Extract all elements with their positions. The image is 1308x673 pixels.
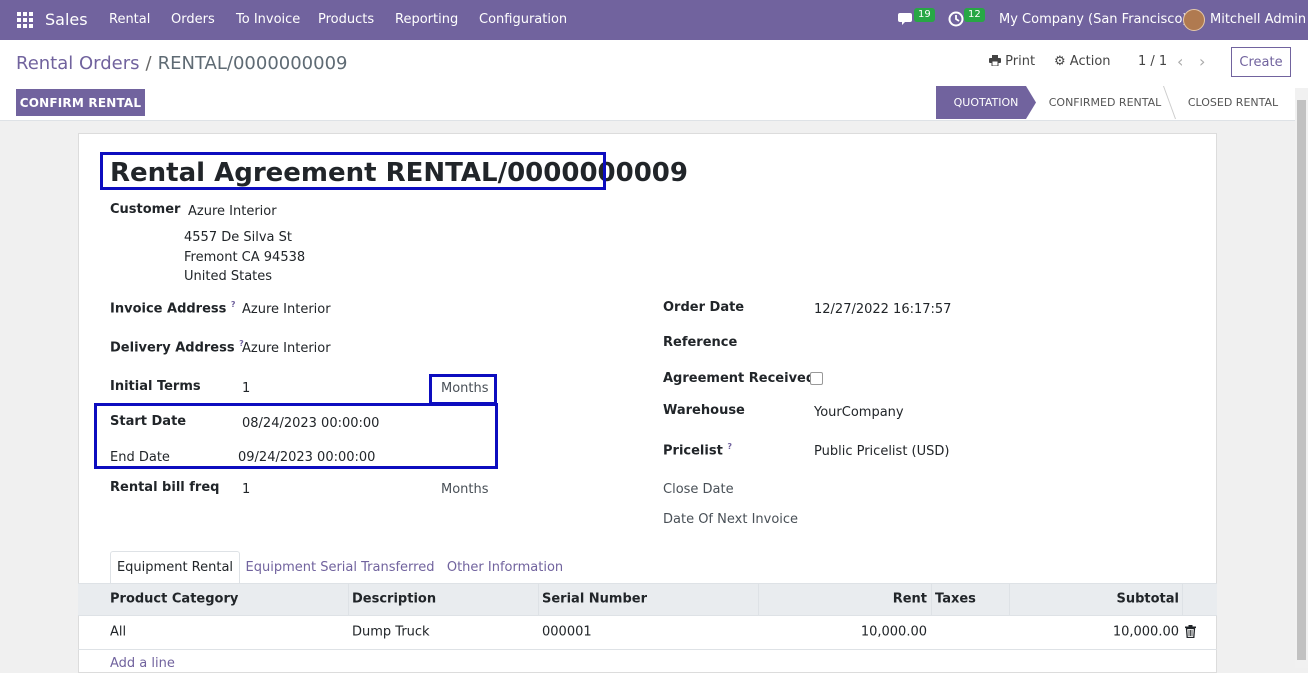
column-divider (1009, 584, 1010, 616)
user-avatar[interactable] (1183, 9, 1205, 31)
close-date-label: Close Date (663, 482, 734, 497)
company-switcher[interactable]: My Company (San Francisco) (999, 12, 1187, 27)
dates-highlight-box (94, 403, 498, 469)
column-subtotal[interactable]: Subtotal (1100, 592, 1179, 607)
create-button[interactable]: Create (1231, 47, 1291, 77)
add-line-link[interactable]: Add a line (110, 656, 175, 671)
activities-clock-icon[interactable] (948, 11, 964, 31)
warehouse-field[interactable]: YourCompany (814, 405, 904, 420)
table-header (78, 583, 1217, 616)
bill-freq-unit[interactable]: Months (441, 482, 489, 497)
scrollbar-thumb[interactable] (1297, 100, 1306, 660)
customer-label: Customer (110, 202, 181, 217)
invoice-address-field[interactable]: Azure Interior (242, 302, 331, 317)
agreement-received-checkbox[interactable] (810, 372, 823, 385)
breadcrumb-rental-orders[interactable]: Rental Orders (16, 53, 140, 74)
column-divider (758, 584, 759, 616)
invoice-address-label: Invoice Address ? (110, 300, 236, 317)
messages-badge: 19 (914, 8, 935, 22)
chevron-left-icon[interactable]: ‹ (1177, 52, 1183, 71)
menu-configuration[interactable]: Configuration (479, 12, 567, 27)
breadcrumb-current: RENTAL/0000000009 (157, 53, 348, 74)
menu-to-invoice[interactable]: To Invoice (236, 12, 300, 27)
activities-badge: 12 (964, 8, 985, 22)
cell-serial-number[interactable]: 000001 (542, 625, 592, 640)
tab-other-information[interactable]: Other Information (440, 551, 570, 584)
chevron-right-icon[interactable]: › (1199, 52, 1205, 71)
reference-label: Reference (663, 335, 738, 350)
stage-confirmed-rental[interactable]: CONFIRMED RENTAL (1042, 86, 1168, 119)
pager-value[interactable]: 1 / 1 (1138, 54, 1167, 69)
agreement-received-label: Agreement Received? (663, 371, 823, 386)
cell-subtotal[interactable]: 10,000.00 (1092, 625, 1179, 640)
customer-address-line3: United States (184, 269, 273, 284)
print-label: Print (1005, 54, 1036, 69)
bill-freq-field[interactable]: 1 (242, 482, 250, 497)
print-icon (989, 55, 1001, 67)
stage-closed-rental[interactable]: CLOSED RENTAL (1176, 86, 1290, 119)
action-label: Action (1069, 54, 1111, 69)
column-product-category[interactable]: Product Category (110, 592, 238, 607)
menu-reporting[interactable]: Reporting (395, 12, 458, 27)
action-button[interactable]: ⚙ Action (1054, 54, 1111, 69)
column-rent[interactable]: Rent (880, 592, 927, 607)
bill-freq-label: Rental bill freq (110, 480, 220, 495)
breadcrumb-separator: / (145, 53, 152, 74)
top-navbar: Sales Rental Orders To Invoice Products … (0, 0, 1308, 40)
customer-address-line2: Fremont CA 94538 (184, 250, 306, 265)
initial-terms-field[interactable]: 1 (242, 381, 250, 396)
column-divider (538, 584, 539, 616)
apps-menu-icon[interactable] (17, 12, 33, 28)
column-serial-number[interactable]: Serial Number (542, 592, 647, 607)
warehouse-label: Warehouse (663, 403, 745, 418)
row-divider (78, 649, 1217, 650)
menu-orders[interactable]: Orders (171, 12, 215, 27)
initial-terms-label: Initial Terms (110, 379, 201, 394)
stage-quotation[interactable]: QUOTATION (936, 86, 1036, 119)
column-divider (931, 584, 932, 616)
cell-product-category[interactable]: All (110, 625, 126, 640)
column-divider (348, 584, 349, 616)
cell-description[interactable]: Dump Truck (352, 625, 430, 640)
delivery-address-field[interactable]: Azure Interior (242, 341, 331, 356)
gear-icon: ⚙ (1054, 54, 1066, 69)
column-divider (1182, 584, 1183, 616)
cell-rent[interactable]: 10,000.00 (840, 625, 927, 640)
column-taxes[interactable]: Taxes (935, 592, 976, 607)
customer-address-line1: 4557 De Silva St (184, 230, 292, 245)
tab-equipment-serial-transferred[interactable]: Equipment Serial Transferred (244, 551, 436, 584)
breadcrumb: Rental Orders / RENTAL/0000000009 (16, 53, 347, 74)
pricelist-label: Pricelist ? (663, 442, 732, 459)
pricelist-field[interactable]: Public Pricelist (USD) (814, 444, 949, 459)
order-date-label: Order Date (663, 300, 745, 315)
tab-equipment-rental[interactable]: Equipment Rental (110, 551, 240, 584)
menu-products[interactable]: Products (318, 12, 374, 27)
user-menu[interactable]: Mitchell Admin (1210, 12, 1306, 27)
order-date-field[interactable]: 12/27/2022 16:17:57 (814, 302, 951, 317)
title-highlight-box (100, 152, 606, 190)
messages-icon[interactable] (898, 11, 915, 30)
trash-icon[interactable] (1185, 625, 1196, 638)
control-panel: Rental Orders / RENTAL/0000000009 Print ⚙ … (0, 40, 1308, 121)
customer-field[interactable]: Azure Interior (188, 204, 277, 219)
months-highlight-box (429, 374, 497, 405)
column-description[interactable]: Description (352, 592, 436, 607)
help-tooltip-icon[interactable]: ? (231, 300, 236, 309)
menu-rental[interactable]: Rental (109, 12, 150, 27)
next-invoice-date-label: Date Of Next Invoice (663, 512, 799, 527)
print-button[interactable]: Print (989, 54, 1035, 69)
help-tooltip-icon[interactable]: ? (727, 442, 732, 451)
delivery-address-label: Delivery Address ? (110, 339, 244, 356)
confirm-rental-button[interactable]: CONFIRM RENTAL (16, 89, 145, 116)
app-name[interactable]: Sales (45, 10, 88, 29)
